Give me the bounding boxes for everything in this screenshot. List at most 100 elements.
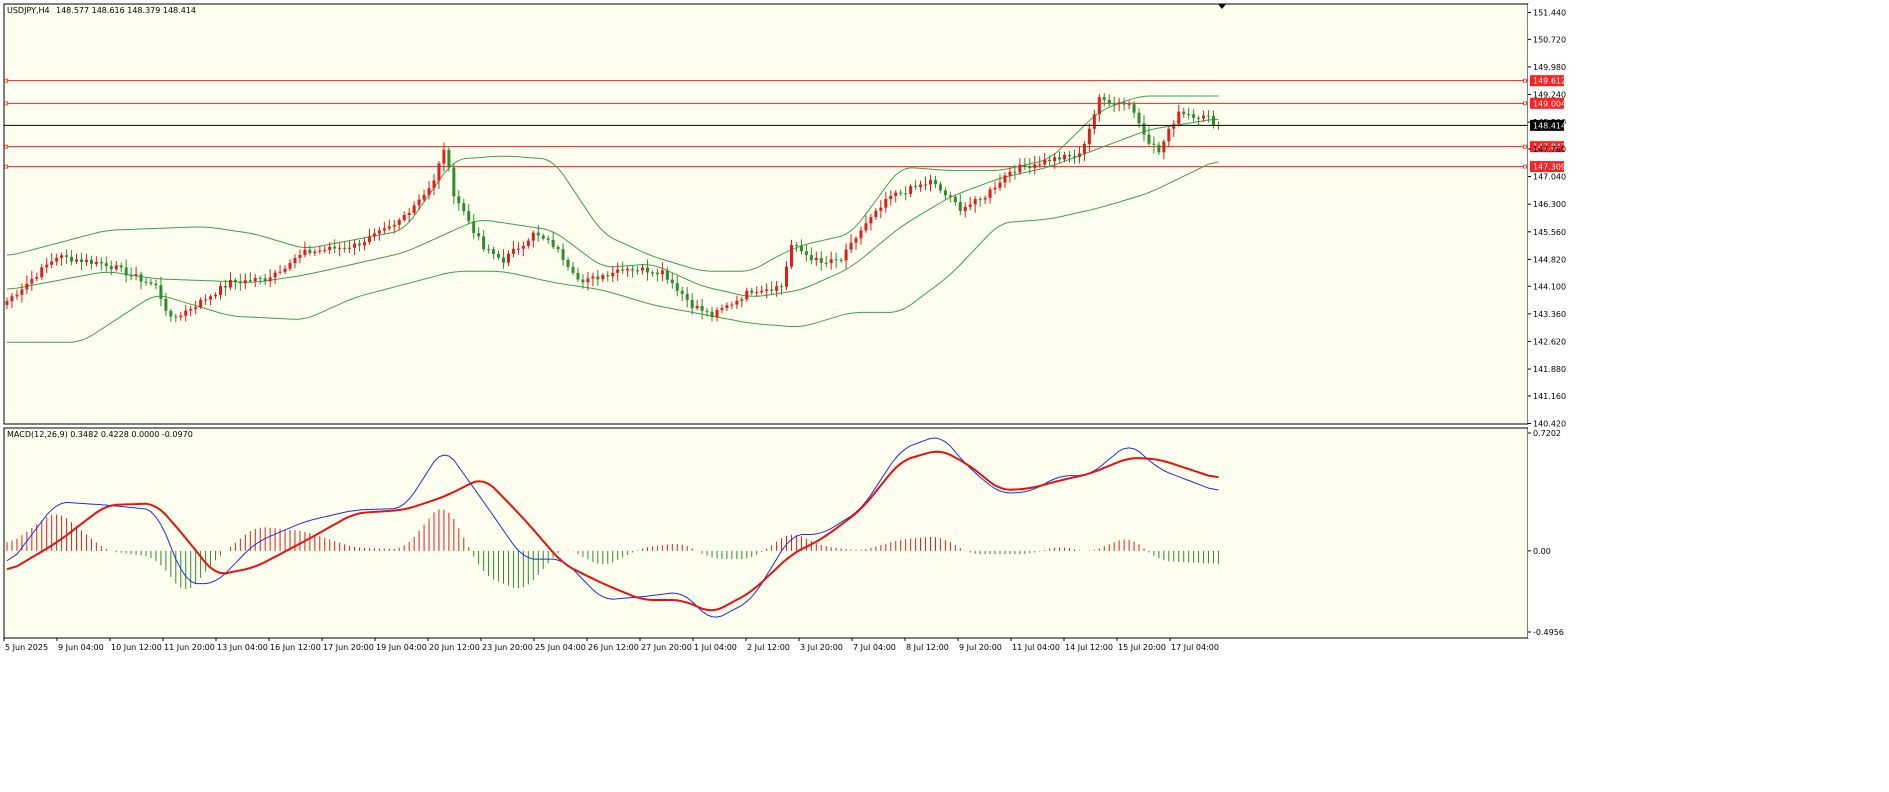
candle-body [750,290,754,293]
level-handle-right[interactable] [1523,101,1527,106]
candle-body [328,246,332,251]
candle-body [854,238,858,243]
candle-body [636,270,640,272]
candle-body [1192,114,1196,118]
candle-body [422,194,426,200]
candle-body [308,249,312,254]
candle-body [834,259,838,261]
candle-body [621,269,625,271]
candle-body [472,221,476,234]
candle-body [1157,144,1161,153]
candle-body [1048,159,1052,162]
price-tick-label: 150.720 [1533,35,1566,44]
candle-body [492,249,496,254]
candle-body [765,289,769,291]
candle-body [353,243,357,248]
candle-body [372,233,376,237]
candle-body [1211,116,1215,126]
candle-body [988,189,992,198]
candle-body [839,259,843,261]
candle-body [487,249,491,251]
candle-body [953,196,957,203]
time-tick-label: 7 Jul 04:00 [853,643,896,652]
time-tick-label: 19 Jun 04:00 [376,643,427,652]
candle-body [670,279,674,284]
level-handle-right[interactable] [1523,144,1527,149]
candle-body [561,249,565,260]
candle-body [819,258,823,263]
candle-body [55,257,59,262]
chart-window: 149.612 149.004 147.843 147.309 151.440 150.… [0,0,1568,657]
level-handle-left[interactable] [4,144,8,149]
candle-body [89,259,93,264]
candle-body [1112,103,1116,105]
time-tick-label: 9 Jun 04:00 [58,643,104,652]
candle-body [963,206,967,211]
macd-chart-area[interactable] [3,427,1529,639]
candle-body [392,224,396,227]
candle-body [174,316,178,318]
candle-body [268,277,272,282]
candle-body [879,207,883,211]
level-handle-right[interactable] [1523,78,1527,83]
candle-body [884,199,888,208]
candle-body [437,163,441,181]
candle-body [238,282,242,284]
candle-body [1167,128,1171,142]
candle-body [641,267,645,271]
candle-body [139,274,143,282]
candle-body [894,192,898,196]
price-tick-label: 141.880 [1533,365,1566,374]
candle-body [278,271,282,273]
candle-body [700,305,704,311]
price-chart[interactable]: 149.612149.004147.843147.309 151.440150.… [0,0,1568,657]
candle-body [1117,102,1121,104]
candle-body [586,278,590,283]
candle-body [1172,123,1176,129]
candle-body [745,290,749,300]
time-tick-label: 23 Jun 20:00 [482,643,533,652]
level-handle-left[interactable] [4,78,8,83]
candle-body [814,258,818,261]
candle-body [864,223,868,231]
price-tick-label: 146.300 [1533,200,1566,209]
level-handle-left[interactable] [4,164,8,169]
level-price-label: 149.612 [1533,77,1566,86]
candle-body [705,310,709,312]
candle-body [84,259,88,262]
candle-body [606,275,610,277]
candle-body [1102,97,1106,100]
candle-body [1147,134,1151,144]
candle-body [1053,157,1057,162]
candle-body [1132,104,1136,113]
candle-body [581,279,585,283]
candle-body [223,286,227,288]
candle-body [248,280,252,282]
level-handle-left[interactable] [4,101,8,106]
candle-body [323,250,327,252]
candle-body [516,248,520,250]
candle-body [134,274,138,276]
candle-body [938,184,942,191]
price-tick-label: 140.420 [1533,420,1566,429]
price-tick-label: 147.780 [1533,145,1566,154]
candle-body [645,267,649,273]
candle-body [412,205,416,213]
candle-body [94,261,98,264]
candle-body [849,242,853,250]
candle-body [124,267,128,276]
candle-body [214,294,218,297]
candle-body [978,199,982,201]
candle-body [442,149,446,164]
candle-body [1187,114,1191,116]
candle-body [45,264,49,268]
level-handle-right[interactable] [1523,164,1527,169]
time-tick-label: 2 Jul 12:00 [747,643,790,652]
main-chart-area[interactable] [3,3,1529,425]
candle-body [79,259,83,262]
candle-body [283,268,287,272]
candle-body [551,239,555,248]
price-tick-label: 149.240 [1533,91,1566,100]
time-tick-label: 11 Jul 04:00 [1012,643,1060,652]
candle-body [387,226,391,229]
